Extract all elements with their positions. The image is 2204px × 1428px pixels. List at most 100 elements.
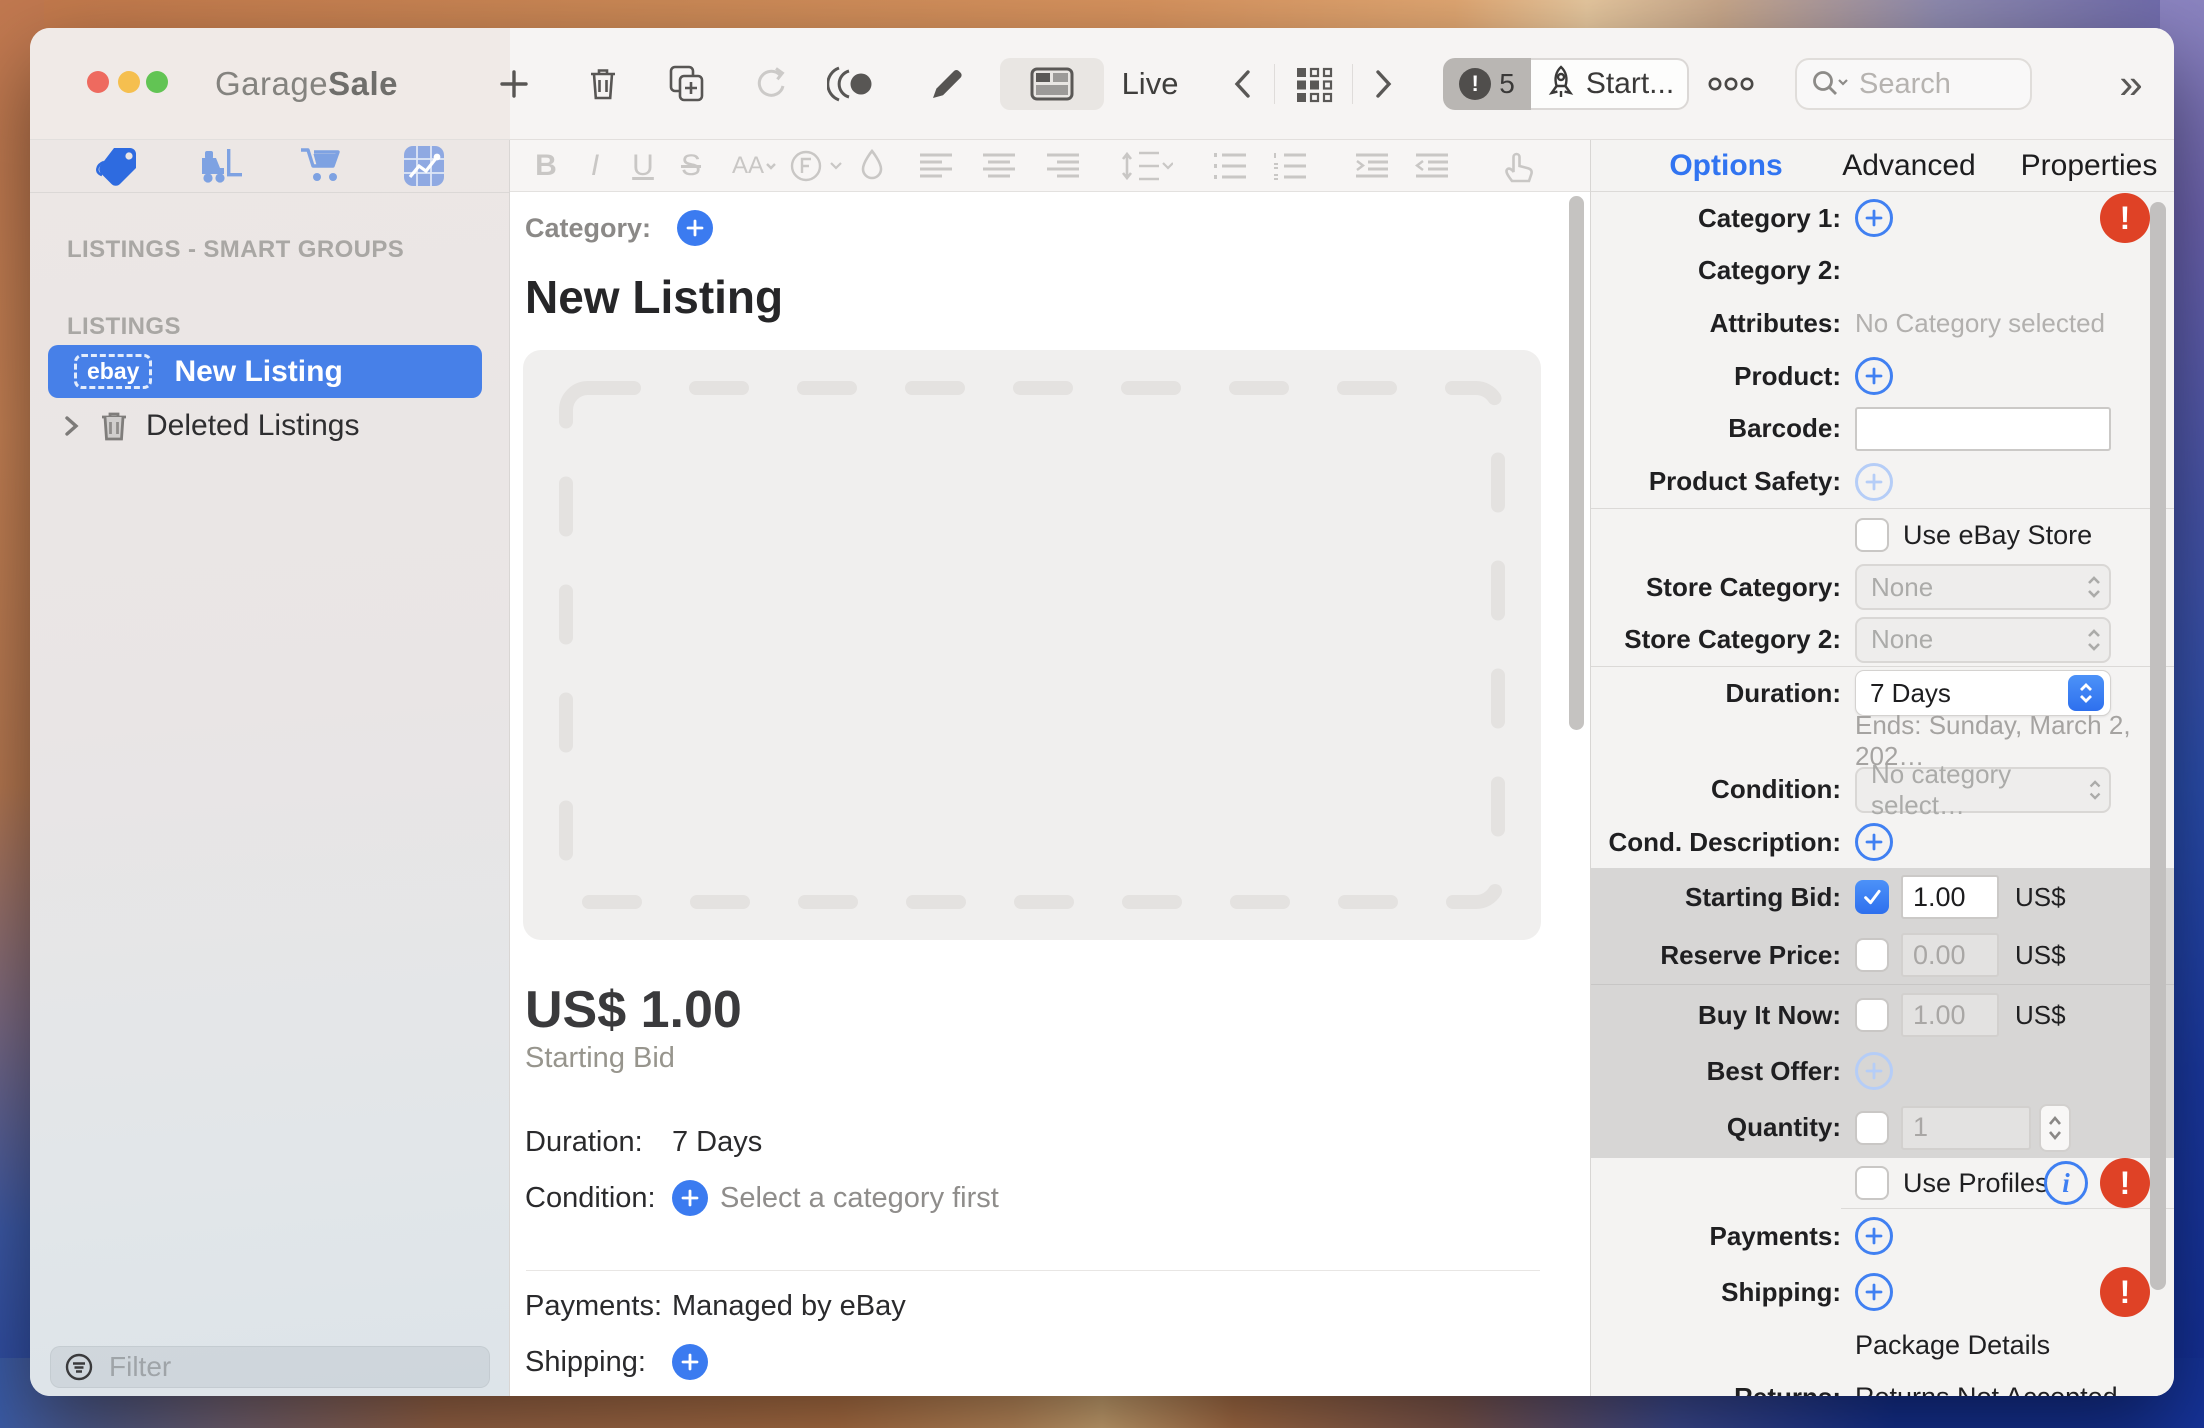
filter-input[interactable]: [107, 1350, 431, 1384]
filter-field[interactable]: [50, 1346, 490, 1388]
expand-toolbar-button[interactable]: »: [2119, 63, 2142, 105]
ellipsis-icon: [1706, 74, 1756, 94]
outdent-button[interactable]: [1414, 151, 1450, 181]
price-caption: Starting Bid: [525, 1042, 675, 1075]
start-listing-button[interactable]: Start...: [1531, 58, 1689, 110]
cart-tab-icon[interactable]: [297, 144, 349, 188]
minimize-window-button[interactable]: [118, 71, 140, 93]
font-family-button[interactable]: [787, 147, 843, 185]
store-section: Use eBay Store Store Category: None Stor…: [1591, 509, 2174, 666]
condition-dropdown[interactable]: No category select…: [1855, 767, 2111, 813]
delete-listing-button[interactable]: [581, 62, 625, 106]
cond-description-row: Cond. Description:: [1591, 816, 2174, 868]
live-mode-label[interactable]: Live: [1122, 66, 1179, 102]
tab-properties[interactable]: Properties: [2021, 149, 2158, 183]
starting-bid-checkbox[interactable]: [1855, 880, 1889, 914]
tab-advanced[interactable]: Advanced: [1842, 149, 1975, 183]
tag-tab-icon[interactable]: [92, 144, 144, 188]
forward-button[interactable]: [1368, 64, 1398, 104]
alert-count: 5: [1499, 68, 1515, 100]
add-shipping-button[interactable]: [1855, 1273, 1893, 1311]
use-profiles-checkbox[interactable]: [1855, 1166, 1889, 1200]
disclosure-chevron-icon[interactable]: [60, 411, 82, 441]
tab-options[interactable]: Options: [1669, 149, 1782, 183]
alerts-button[interactable]: ! 5: [1443, 58, 1531, 110]
align-right-button[interactable]: [1045, 151, 1081, 181]
numbered-list-button[interactable]: [1272, 151, 1308, 181]
edit-mode-button[interactable]: [925, 62, 969, 106]
package-details-link[interactable]: Package Details: [1855, 1330, 2050, 1361]
sidebar-item-deleted-listings[interactable]: Deleted Listings: [48, 402, 494, 450]
quantity-input[interactable]: [1901, 1106, 2031, 1150]
buy-it-now-input[interactable]: [1901, 993, 1999, 1037]
line-spacing-button[interactable]: [1117, 149, 1173, 183]
image-placeholder[interactable]: [523, 350, 1541, 940]
add-category1-button[interactable]: [1855, 199, 1893, 237]
reserve-price-input[interactable]: [1901, 933, 1999, 977]
trash-icon: [96, 407, 132, 445]
pencil-icon: [925, 62, 969, 106]
preview-mode-button[interactable]: [827, 63, 879, 105]
panel-scrollbar-thumb[interactable]: [2150, 202, 2166, 1290]
forklift-tab-icon[interactable]: [196, 144, 246, 188]
new-listing-button[interactable]: [494, 64, 534, 104]
add-condition-button[interactable]: [672, 1180, 708, 1216]
back-button[interactable]: [1228, 64, 1258, 104]
reserve-price-checkbox[interactable]: [1855, 938, 1889, 972]
alert-exclamation-icon: !: [1459, 68, 1491, 100]
field-label: Starting Bid:: [1591, 882, 1841, 913]
info-icon[interactable]: i: [2044, 1161, 2088, 1205]
quantity-stepper[interactable]: [2039, 1104, 2071, 1152]
barcode-input[interactable]: [1855, 407, 2111, 451]
close-window-button[interactable]: [87, 71, 109, 93]
use-ebay-store-checkbox[interactable]: [1855, 518, 1889, 552]
chart-tab-icon[interactable]: [401, 143, 447, 189]
strikethrough-button[interactable]: S: [681, 149, 701, 183]
search-input[interactable]: [1857, 67, 1991, 102]
field-label: Category 1:: [1591, 203, 1841, 234]
refresh-button[interactable]: [750, 62, 794, 106]
grid-view-button[interactable]: [1292, 61, 1338, 107]
returns-value: Returns Not Accepted: [1855, 1382, 2118, 1397]
add-best-offer-button[interactable]: [1855, 1052, 1893, 1090]
layout-view-toggle[interactable]: [1000, 58, 1104, 110]
dropdown-stepper-icon: [2068, 675, 2104, 711]
store-category-dropdown[interactable]: None: [1855, 564, 2111, 610]
start-label: Start...: [1586, 67, 1674, 101]
bullet-list-button[interactable]: [1212, 151, 1248, 181]
bold-button[interactable]: B: [535, 149, 557, 183]
more-actions-button[interactable]: [1706, 74, 1756, 94]
add-cond-description-button[interactable]: [1855, 823, 1893, 861]
italic-button[interactable]: I: [591, 149, 599, 183]
search-field[interactable]: [1795, 58, 2032, 110]
add-shipping-button[interactable]: [672, 1344, 708, 1380]
hand-tool-button[interactable]: [1500, 147, 1536, 185]
buy-it-now-checkbox[interactable]: [1855, 998, 1889, 1032]
sidebar-item-new-listing[interactable]: ebay New Listing: [48, 345, 482, 398]
main-scrollbar-thumb[interactable]: [1569, 196, 1584, 730]
category-row: Category:: [525, 210, 713, 246]
text-color-button[interactable]: [859, 148, 885, 184]
starting-bid-input[interactable]: [1901, 875, 1999, 919]
quantity-checkbox[interactable]: [1855, 1111, 1889, 1145]
product-row: Product:: [1591, 350, 2174, 403]
align-left-button[interactable]: [918, 151, 954, 181]
add-category-button[interactable]: [677, 210, 713, 246]
add-payments-button[interactable]: [1855, 1217, 1893, 1255]
store-category2-dropdown[interactable]: None: [1855, 617, 2111, 663]
filter-icon: [63, 1351, 95, 1383]
updown-chevrons-icon: [2087, 776, 2103, 804]
attributes-row: Attributes: No Category selected: [1591, 297, 2174, 350]
align-center-button[interactable]: [981, 151, 1017, 181]
app-logo: GarageSale: [215, 65, 398, 103]
add-product-safety-button[interactable]: [1855, 463, 1893, 501]
indent-button[interactable]: [1354, 151, 1390, 181]
use-profiles-row: Use Profiles i !: [1591, 1158, 2174, 1208]
starting-bid-row: Starting Bid: US$: [1591, 868, 2174, 926]
font-size-button[interactable]: AA: [732, 152, 778, 180]
duplicate-listing-button[interactable]: [664, 61, 710, 107]
underline-button[interactable]: U: [632, 149, 654, 183]
zoom-window-button[interactable]: [146, 71, 168, 93]
add-product-button[interactable]: [1855, 357, 1893, 395]
chevron-up-icon: [2047, 1115, 2063, 1127]
